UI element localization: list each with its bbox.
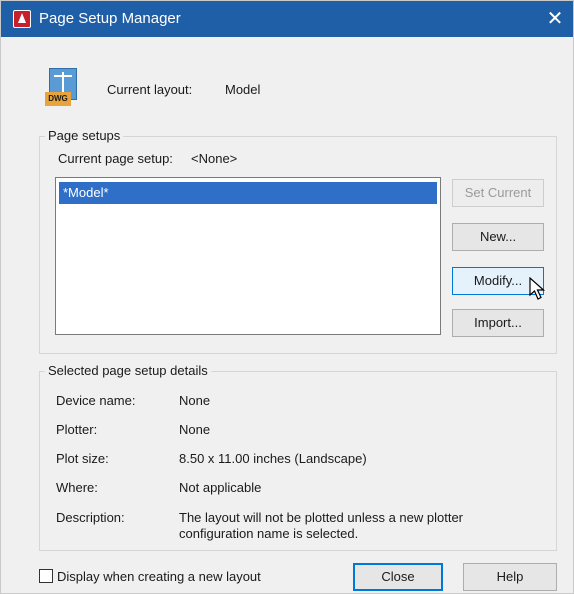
new-button[interactable]: New... bbox=[452, 223, 544, 251]
window-title: Page Setup Manager bbox=[39, 10, 181, 27]
display-on-new-layout-checkbox[interactable] bbox=[39, 569, 53, 583]
details-title: Selected page setup details bbox=[45, 363, 211, 378]
current-page-setup-label: Current page setup: bbox=[58, 151, 173, 166]
plotter-label: Plotter: bbox=[56, 422, 98, 437]
display-on-new-layout-label[interactable]: Display when creating a new layout bbox=[57, 569, 261, 584]
title-bar: Page Setup Manager ✕ bbox=[1, 1, 573, 37]
dwg-tag: DWG bbox=[45, 92, 71, 106]
device-name-label: Device name: bbox=[56, 393, 136, 408]
where-label: Where: bbox=[56, 480, 98, 495]
set-current-button[interactable]: Set Current bbox=[452, 179, 544, 207]
mouse-pointer-icon bbox=[529, 277, 546, 300]
import-button[interactable]: Import... bbox=[452, 309, 544, 337]
device-name-value: None bbox=[179, 393, 211, 408]
where-value: Not applicable bbox=[179, 480, 262, 495]
plot-size-value: 8.50 x 11.00 inches (Landscape) bbox=[179, 451, 367, 466]
current-page-setup-value: <None> bbox=[191, 151, 238, 166]
current-layout-value: Model bbox=[225, 82, 261, 97]
plotter-value: None bbox=[179, 422, 211, 437]
close-button[interactable]: Close bbox=[353, 563, 443, 591]
help-button[interactable]: Help bbox=[463, 563, 557, 591]
description-value-line1: The layout will not be plotted unless a … bbox=[179, 510, 464, 525]
page-setup-manager-dialog: Page Setup Manager ✕ DWG Current layout:… bbox=[0, 0, 574, 594]
page-setups-title: Page setups bbox=[45, 128, 124, 143]
list-item[interactable]: *Model* bbox=[59, 182, 437, 204]
plot-size-label: Plot size: bbox=[56, 451, 109, 466]
autocad-icon bbox=[13, 10, 31, 28]
page-setups-list[interactable]: *Model* bbox=[55, 177, 441, 335]
current-layout-label: Current layout: bbox=[107, 82, 193, 97]
dwg-file-icon: DWG bbox=[45, 68, 79, 110]
close-window-button[interactable]: ✕ bbox=[537, 1, 573, 37]
description-value-line2: configuration name is selected. bbox=[179, 526, 359, 541]
description-label: Description: bbox=[56, 510, 125, 525]
